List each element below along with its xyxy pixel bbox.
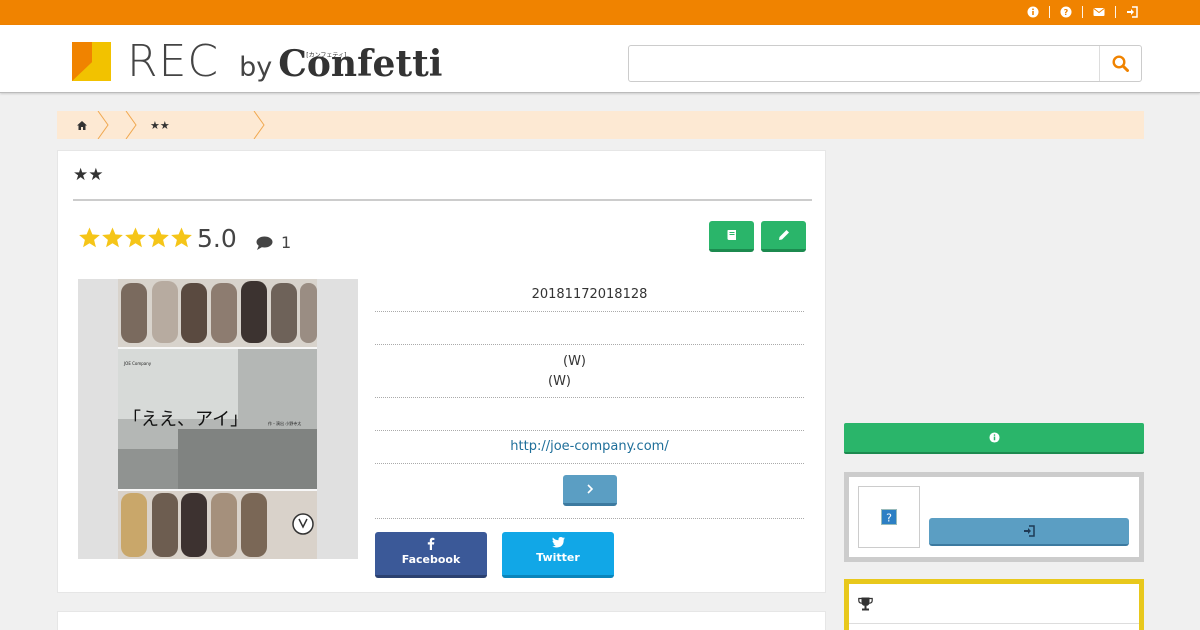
question-icon[interactable]: ? bbox=[1060, 6, 1072, 18]
logo-rec-text: REC bbox=[127, 36, 220, 87]
search-box bbox=[628, 45, 1142, 82]
info-row-cast: (W) (W) bbox=[375, 345, 804, 398]
rating-stars bbox=[78, 226, 193, 249]
search-icon bbox=[1112, 55, 1129, 72]
pencil-icon bbox=[778, 230, 789, 240]
divider bbox=[1049, 6, 1050, 18]
sidebar-info-button[interactable] bbox=[844, 423, 1144, 454]
poster-image: JOE Company 「ええ、アイ」 作・演出 小野寺太 bbox=[118, 279, 317, 559]
facebook-icon bbox=[427, 537, 435, 550]
question-icon: ? bbox=[881, 509, 897, 525]
watched-button[interactable] bbox=[709, 221, 754, 252]
comment-icon bbox=[256, 236, 273, 250]
breadcrumb-chevron-icon bbox=[97, 111, 109, 139]
cast-line-2: (W) bbox=[548, 374, 571, 389]
stage-poster: JOE Company 「ええ、アイ」 作・演出 小野寺太 bbox=[78, 279, 358, 559]
poster-credit: 作・演出 小野寺太 bbox=[268, 420, 301, 426]
breadcrumb-chevron-icon bbox=[253, 111, 265, 139]
svg-text:?: ? bbox=[886, 512, 892, 525]
rating-value: 5.0 bbox=[197, 224, 237, 253]
trophy-icon bbox=[858, 597, 873, 611]
more-info-button[interactable] bbox=[562, 475, 617, 506]
logo-kana-text: [カンフェティ] bbox=[306, 52, 347, 59]
site-header: REC by Confetti [カンフェティ] bbox=[0, 25, 1200, 93]
book-icon bbox=[727, 230, 736, 240]
search-button[interactable] bbox=[1099, 46, 1141, 81]
star-icon bbox=[102, 227, 123, 248]
info-icon bbox=[988, 432, 1000, 443]
logo-mark-icon bbox=[72, 42, 111, 81]
login-button[interactable] bbox=[929, 518, 1129, 546]
logo-by-text: by bbox=[239, 52, 273, 83]
cast-line-1: (W) bbox=[563, 354, 586, 369]
login-box: ? bbox=[844, 472, 1144, 562]
twitter-icon bbox=[551, 537, 565, 548]
info-row-price bbox=[375, 398, 804, 431]
stage-detail-card: ★★ 5.0 1 JOE Company 「ええ、アイ」 作・演出 小野寺太 2… bbox=[57, 150, 826, 593]
stage-dates: 20181172018128 bbox=[531, 287, 648, 302]
info-row-venue bbox=[375, 312, 804, 345]
comment-count[interactable]: 1 bbox=[256, 233, 291, 252]
breadcrumb: ★★ bbox=[57, 111, 1144, 139]
login-icon[interactable] bbox=[1126, 6, 1138, 18]
divider bbox=[1115, 6, 1116, 18]
title-divider bbox=[73, 199, 812, 201]
star-icon bbox=[171, 227, 192, 248]
home-icon bbox=[77, 120, 87, 130]
comment-count-value: 1 bbox=[281, 233, 292, 252]
logo-confetti-word: Confetti bbox=[278, 43, 443, 85]
facebook-share-button[interactable]: Facebook bbox=[375, 532, 487, 578]
breadcrumb-home[interactable] bbox=[77, 111, 87, 139]
info-row-url: http://joe-company.com/ bbox=[375, 431, 804, 464]
info-row-date: 20181172018128 bbox=[375, 279, 804, 312]
info-icon[interactable] bbox=[1027, 6, 1039, 18]
logo-confetti-text: Confetti [カンフェティ] bbox=[278, 46, 442, 82]
star-icon bbox=[125, 227, 146, 248]
star-icon bbox=[79, 227, 100, 248]
search-input[interactable] bbox=[629, 46, 1099, 81]
svg-text:?: ? bbox=[1064, 8, 1069, 17]
poster-company: JOE Company bbox=[123, 361, 152, 366]
facebook-label: Facebook bbox=[401, 553, 461, 566]
avatar: ? bbox=[858, 486, 920, 548]
top-bar-icons: ? bbox=[1027, 6, 1138, 18]
login-icon bbox=[1024, 525, 1035, 537]
page-title: ★★ bbox=[73, 165, 104, 185]
official-site-link[interactable]: http://joe-company.com/ bbox=[510, 439, 668, 454]
poster-stage-title: 「ええ、アイ」 bbox=[123, 409, 248, 430]
star-icon bbox=[148, 227, 169, 248]
site-logo[interactable]: REC by Confetti [カンフェティ] bbox=[72, 36, 442, 87]
chevron-right-icon bbox=[586, 484, 593, 494]
twitter-label: Twitter bbox=[536, 551, 580, 564]
top-bar: ? bbox=[0, 0, 1200, 25]
breadcrumb-chevron-icon bbox=[125, 111, 137, 139]
write-review-button[interactable] bbox=[761, 221, 806, 252]
ranking-divider bbox=[849, 623, 1139, 624]
info-row-more bbox=[375, 464, 804, 519]
ranking-box bbox=[844, 579, 1144, 630]
review-section-card bbox=[57, 611, 826, 630]
breadcrumb-item-current: ★★ bbox=[150, 118, 170, 132]
twitter-share-button[interactable]: Twitter bbox=[502, 532, 614, 578]
stage-info-table: 20181172018128 (W) (W) http://joe-compan… bbox=[375, 279, 804, 519]
mail-icon[interactable] bbox=[1093, 6, 1105, 18]
divider bbox=[1082, 6, 1083, 18]
